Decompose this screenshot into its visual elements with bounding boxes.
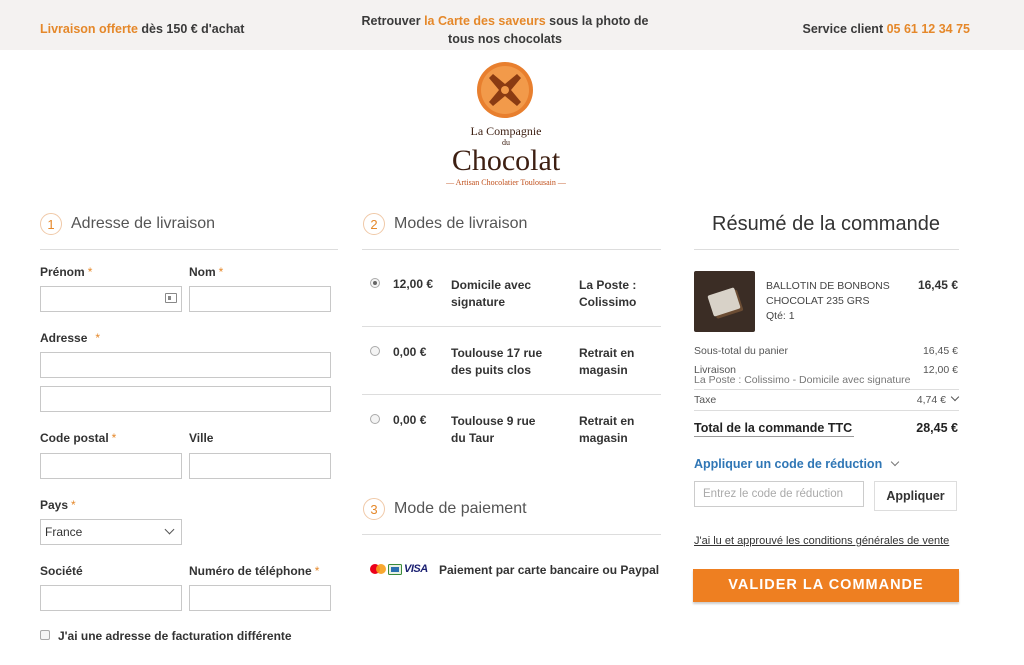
- flavour-card-link[interactable]: la Carte des saveurs: [424, 14, 546, 28]
- card-icon: [388, 563, 402, 575]
- product-qty: Qté: 1: [766, 310, 795, 322]
- total-value: 28,45 €: [916, 421, 958, 435]
- billing-address-label[interactable]: J'ai une adresse de facturation différen…: [58, 629, 292, 643]
- visa-icon: VISA: [404, 563, 428, 575]
- divider: [40, 249, 338, 250]
- order-summary-title: Résumé de la commande: [712, 213, 940, 235]
- validate-order-button[interactable]: VALIDER LA COMMANDE: [693, 569, 959, 602]
- divider: [694, 436, 854, 437]
- discount-code-input[interactable]: Entrez le code de réduction: [694, 481, 864, 507]
- address-line1-input[interactable]: [40, 352, 331, 378]
- city-label: Ville: [189, 431, 214, 445]
- subtotal-label: Sous-total du panier: [694, 345, 788, 357]
- prenom-label: Prénom *: [40, 265, 93, 279]
- prenom-input[interactable]: [40, 286, 182, 312]
- divider: [362, 394, 661, 395]
- phone-link[interactable]: 05 61 12 34 75: [887, 22, 970, 36]
- step-number: 1: [40, 213, 62, 235]
- divider: [362, 534, 661, 535]
- city-input[interactable]: [189, 453, 331, 479]
- adresse-label: Adresse *: [40, 331, 101, 345]
- shipping-radio[interactable]: [370, 414, 380, 424]
- divider: [362, 249, 661, 250]
- subtotal-value: 16,45 €: [922, 345, 958, 357]
- tax-toggle[interactable]: 4,74 €: [916, 392, 960, 406]
- postal-code-label: Code postal *: [40, 431, 117, 445]
- divider: [694, 389, 959, 390]
- step-number: 3: [363, 498, 385, 520]
- shipping-radio[interactable]: [370, 278, 380, 288]
- logo-tagline: — Artisan Chocolatier Toulousain —: [445, 178, 567, 187]
- phone-label: Numéro de téléphone *: [189, 564, 320, 578]
- divider: [694, 410, 959, 411]
- delivery-detail: La Poste : Colissimo - Domicile avec sig…: [694, 374, 911, 386]
- contact-card-icon[interactable]: [165, 293, 177, 303]
- tax-label: Taxe: [694, 394, 717, 406]
- shipping-option[interactable]: 12,00 € Domicile avec signature La Poste…: [362, 277, 662, 317]
- payment-section-title: 3 Mode de paiement: [363, 498, 527, 520]
- product-price: 16,45 €: [917, 278, 958, 292]
- divider: [694, 249, 959, 250]
- country-select[interactable]: France: [40, 519, 182, 545]
- shipping-option[interactable]: 0,00 € Toulouse 17 rue des puits clos Re…: [362, 345, 662, 385]
- customer-service: Service client 05 61 12 34 75: [802, 22, 971, 36]
- top-info-bar: Livraison offerte dès 150 € d'achat Retr…: [0, 0, 1024, 50]
- product-info: BALLOTIN DE BONBONS CHOCOLAT 235 GRS Qté…: [766, 279, 896, 324]
- logo-line3: Chocolat: [452, 144, 561, 177]
- product-name-line2: CHOCOLAT 235 GRS: [766, 295, 870, 307]
- address-section-title: 1 Adresse de livraison: [40, 213, 215, 235]
- shipping-section-title: 2 Modes de livraison: [363, 213, 527, 235]
- chevron-down-icon: [950, 392, 960, 402]
- step-number: 2: [363, 213, 385, 235]
- product-thumbnail[interactable]: [694, 271, 755, 332]
- terms-link[interactable]: J'ai lu et approuvé les conditions génér…: [694, 535, 949, 547]
- payment-logos: VISA: [370, 563, 428, 575]
- product-name-line1: BALLOTIN DE BONBONS: [766, 280, 890, 292]
- chevron-down-icon: [890, 457, 900, 467]
- delivery-value: 12,00 €: [922, 364, 958, 376]
- shipping-radio[interactable]: [370, 346, 380, 356]
- phone-input[interactable]: [189, 585, 331, 611]
- total-label: Total de la commande TTC: [694, 421, 853, 435]
- nom-input[interactable]: [189, 286, 331, 312]
- address-line2-input[interactable]: [40, 386, 331, 412]
- payment-method-label[interactable]: Paiement par carte bancaire ou Paypal: [439, 563, 659, 577]
- company-logo[interactable]: La Compagnie du Chocolat — Artisan Choco…: [420, 60, 592, 190]
- billing-address-checkbox[interactable]: [40, 630, 50, 640]
- mastercard-icon: [370, 564, 386, 574]
- company-input[interactable]: [40, 585, 182, 611]
- logo-line1: La Compagnie: [471, 124, 542, 138]
- flavour-card-notice: Retrouver la Carte des saveurs sous la p…: [361, 14, 649, 46]
- apply-discount-button[interactable]: Appliquer: [874, 481, 957, 511]
- divider: [362, 326, 661, 327]
- chevron-down-icon: [164, 524, 175, 535]
- company-label: Société: [40, 564, 83, 578]
- postal-code-input[interactable]: [40, 453, 182, 479]
- discount-code-toggle[interactable]: Appliquer un code de réduction: [694, 457, 900, 471]
- tax-value: 4,74 €: [916, 394, 946, 406]
- country-label: Pays *: [40, 498, 76, 512]
- free-delivery-notice: Livraison offerte dès 150 € d'achat: [40, 22, 245, 36]
- nom-label: Nom *: [189, 265, 224, 279]
- logo-emblem-icon: [477, 62, 533, 118]
- shipping-option[interactable]: 0,00 € Toulouse 9 rue du Taur Retrait en…: [362, 413, 662, 453]
